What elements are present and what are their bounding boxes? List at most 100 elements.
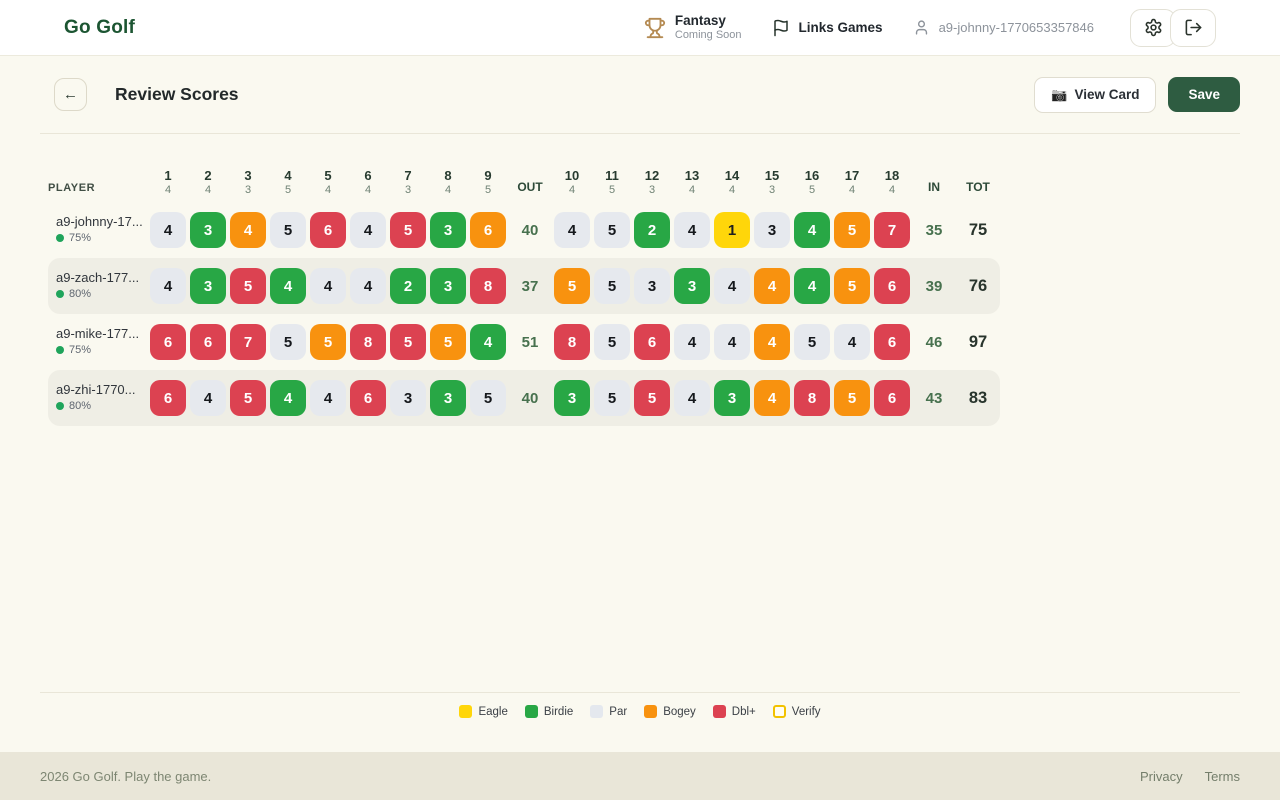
score-cell[interactable]: 5 xyxy=(594,268,630,304)
score-cell[interactable]: 4 xyxy=(794,212,830,248)
save-button[interactable]: Save xyxy=(1168,77,1240,112)
score-cell[interactable]: 4 xyxy=(674,380,710,416)
score-cell[interactable]: 4 xyxy=(674,324,710,360)
back-button[interactable]: ← xyxy=(54,78,87,111)
score-cell[interactable]: 4 xyxy=(714,324,750,360)
score-cell[interactable]: 6 xyxy=(874,268,910,304)
score-cell[interactable]: 4 xyxy=(310,268,346,304)
score-cell[interactable]: 6 xyxy=(634,324,670,360)
score-cell[interactable]: 5 xyxy=(270,324,306,360)
score-cell[interactable]: 5 xyxy=(594,380,630,416)
score-cell[interactable]: 2 xyxy=(390,268,426,304)
score-cell[interactable]: 4 xyxy=(674,212,710,248)
player-column-header: PLAYER xyxy=(48,182,148,202)
logout-button[interactable] xyxy=(1170,9,1216,47)
score-cell[interactable]: 6 xyxy=(150,324,186,360)
hole-par: 4 xyxy=(672,184,712,198)
score-cell[interactable]: 8 xyxy=(470,268,506,304)
score-cell[interactable]: 3 xyxy=(674,268,710,304)
fantasy-subtitle: Coming Soon xyxy=(675,29,742,42)
hole-number: 4 xyxy=(268,168,308,184)
score-cell[interactable]: 7 xyxy=(874,212,910,248)
score-cell[interactable]: 4 xyxy=(754,324,790,360)
score-cell[interactable]: 4 xyxy=(190,380,226,416)
app-logo[interactable]: Go Golf xyxy=(64,17,135,39)
hole-number: 12 xyxy=(632,168,672,184)
score-cell[interactable]: 4 xyxy=(150,212,186,248)
score-cell[interactable]: 3 xyxy=(190,212,226,248)
online-dot-icon xyxy=(56,234,64,242)
score-cell[interactable]: 5 xyxy=(594,212,630,248)
score-cell[interactable]: 4 xyxy=(310,380,346,416)
score-cell[interactable]: 5 xyxy=(390,324,426,360)
score-cell[interactable]: 3 xyxy=(430,212,466,248)
score-cell[interactable]: 4 xyxy=(150,268,186,304)
score-cell[interactable]: 4 xyxy=(794,268,830,304)
score-cell[interactable]: 1 xyxy=(714,212,750,248)
hole-par: 4 xyxy=(832,184,872,198)
score-cell[interactable]: 5 xyxy=(430,324,466,360)
score-cell[interactable]: 5 xyxy=(834,212,870,248)
toolbar: ← Review Scores 📷 View Card Save xyxy=(40,56,1240,134)
terms-link[interactable]: Terms xyxy=(1205,769,1240,784)
score-cell[interactable]: 7 xyxy=(230,324,266,360)
score-cell[interactable]: 5 xyxy=(594,324,630,360)
score-cell[interactable]: 5 xyxy=(270,212,306,248)
score-cell[interactable]: 4 xyxy=(350,268,386,304)
score-cell[interactable]: 8 xyxy=(794,380,830,416)
nav-fantasy[interactable]: Fantasy Coming Soon xyxy=(644,13,742,41)
score-cell[interactable]: 5 xyxy=(310,324,346,360)
score-cell[interactable]: 8 xyxy=(554,324,590,360)
score-cell[interactable]: 5 xyxy=(634,380,670,416)
score-cell[interactable]: 4 xyxy=(714,268,750,304)
score-cell[interactable]: 3 xyxy=(430,380,466,416)
score-cell[interactable]: 4 xyxy=(554,212,590,248)
player-percentage: 75% xyxy=(69,231,91,245)
score-cell[interactable]: 4 xyxy=(230,212,266,248)
score-cell[interactable]: 6 xyxy=(874,380,910,416)
score-cell[interactable]: 5 xyxy=(390,212,426,248)
score-cell[interactable]: 3 xyxy=(754,212,790,248)
score-cell[interactable]: 4 xyxy=(350,212,386,248)
score-cell[interactable]: 3 xyxy=(430,268,466,304)
score-cell[interactable]: 4 xyxy=(754,380,790,416)
score-cell[interactable]: 5 xyxy=(470,380,506,416)
score-cell[interactable]: 5 xyxy=(834,268,870,304)
hole-number: 16 xyxy=(792,168,832,184)
score-cell[interactable]: 3 xyxy=(714,380,750,416)
score-cell[interactable]: 4 xyxy=(470,324,506,360)
player-percentage: 80% xyxy=(69,399,91,413)
score-cell[interactable]: 6 xyxy=(150,380,186,416)
score-cell[interactable]: 6 xyxy=(874,324,910,360)
username: a9-johnny-1770653357846 xyxy=(939,20,1094,35)
hole-header: 33 xyxy=(228,168,268,202)
score-cell[interactable]: 4 xyxy=(754,268,790,304)
score-cell[interactable]: 5 xyxy=(834,380,870,416)
score-cell[interactable]: 6 xyxy=(470,212,506,248)
score-cell[interactable]: 3 xyxy=(190,268,226,304)
score-cell[interactable]: 4 xyxy=(270,268,306,304)
score-cell[interactable]: 3 xyxy=(390,380,426,416)
score-cell[interactable]: 5 xyxy=(554,268,590,304)
score-cell[interactable]: 3 xyxy=(634,268,670,304)
score-cell[interactable]: 6 xyxy=(190,324,226,360)
score-cell[interactable]: 5 xyxy=(230,380,266,416)
player-status: 80% xyxy=(56,399,148,413)
score-cell[interactable]: 5 xyxy=(794,324,830,360)
score-cell[interactable]: 6 xyxy=(350,380,386,416)
score-cell[interactable]: 4 xyxy=(834,324,870,360)
user-account[interactable]: a9-johnny-1770653357846 xyxy=(913,19,1094,36)
score-cell[interactable]: 4 xyxy=(270,380,306,416)
hole-header: 144 xyxy=(712,168,752,202)
score-cell[interactable]: 8 xyxy=(350,324,386,360)
nav-links-games[interactable]: Links Games xyxy=(772,19,883,37)
scorecard-header-row: PLAYER142433455464738495OUT1041151231341… xyxy=(48,152,1000,202)
score-cell[interactable]: 2 xyxy=(634,212,670,248)
legend-item: Bogey xyxy=(644,705,696,718)
score-cell[interactable]: 6 xyxy=(310,212,346,248)
score-cell[interactable]: 3 xyxy=(554,380,590,416)
score-cell[interactable]: 5 xyxy=(230,268,266,304)
player-cell: a9-zhi-1770...80% xyxy=(48,382,148,413)
view-card-button[interactable]: 📷 View Card xyxy=(1034,77,1156,113)
privacy-link[interactable]: Privacy xyxy=(1140,769,1183,784)
